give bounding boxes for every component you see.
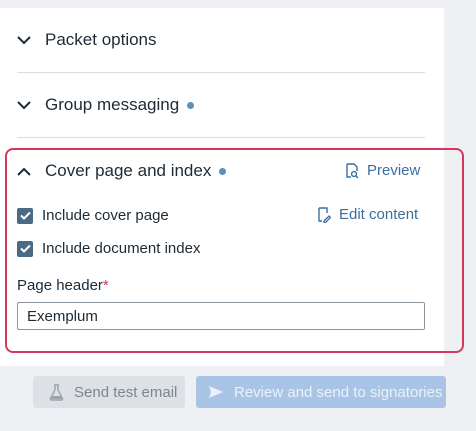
- status-dot: [219, 167, 227, 175]
- send-icon: [209, 386, 223, 398]
- send-test-email-label: Send test email: [74, 383, 178, 401]
- page-header-input[interactable]: [17, 302, 425, 330]
- flask-icon: [49, 383, 64, 401]
- required-marker: *: [102, 277, 109, 294]
- preview-label: Preview: [367, 162, 421, 179]
- document-search-icon: [346, 162, 359, 178]
- edit-content-link[interactable]: Edit content: [317, 206, 418, 223]
- include-document-index-checkbox[interactable]: [17, 240, 33, 257]
- chevron-down-icon[interactable]: [17, 94, 39, 116]
- include-cover-page-checkbox[interactable]: [17, 207, 33, 224]
- section-packet-options[interactable]: Packet options: [17, 29, 425, 51]
- checkmark-icon: [19, 211, 31, 220]
- edit-document-icon: [318, 206, 331, 223]
- divider: [17, 137, 425, 138]
- chevron-down-icon[interactable]: [17, 29, 39, 51]
- review-and-send-label: Review and send to signatories: [234, 383, 443, 401]
- divider: [17, 72, 425, 73]
- section-title: Cover page and index: [45, 161, 212, 180]
- send-test-email-button[interactable]: Send test email: [33, 376, 185, 408]
- section-group-messaging[interactable]: Group messaging: [17, 94, 425, 116]
- edit-content-label: Edit content: [339, 206, 419, 223]
- include-cover-page-label: Include cover page: [42, 207, 169, 224]
- include-document-index-label: Include document index: [42, 240, 201, 257]
- status-dot: [187, 101, 195, 109]
- page-header-label-text: Page header: [17, 277, 103, 294]
- page-header-label: Page header*: [17, 277, 109, 294]
- review-and-send-button[interactable]: Review and send to signatories: [196, 376, 446, 408]
- preview-link[interactable]: Preview: [345, 162, 420, 179]
- checkmark-icon: [19, 244, 31, 253]
- section-title: Packet options: [45, 30, 157, 49]
- section-title: Group messaging: [45, 95, 180, 114]
- chevron-up-icon[interactable]: [17, 160, 39, 182]
- include-document-index-option[interactable]: Include document index: [17, 240, 200, 257]
- include-cover-page-option[interactable]: Include cover page: [17, 207, 169, 224]
